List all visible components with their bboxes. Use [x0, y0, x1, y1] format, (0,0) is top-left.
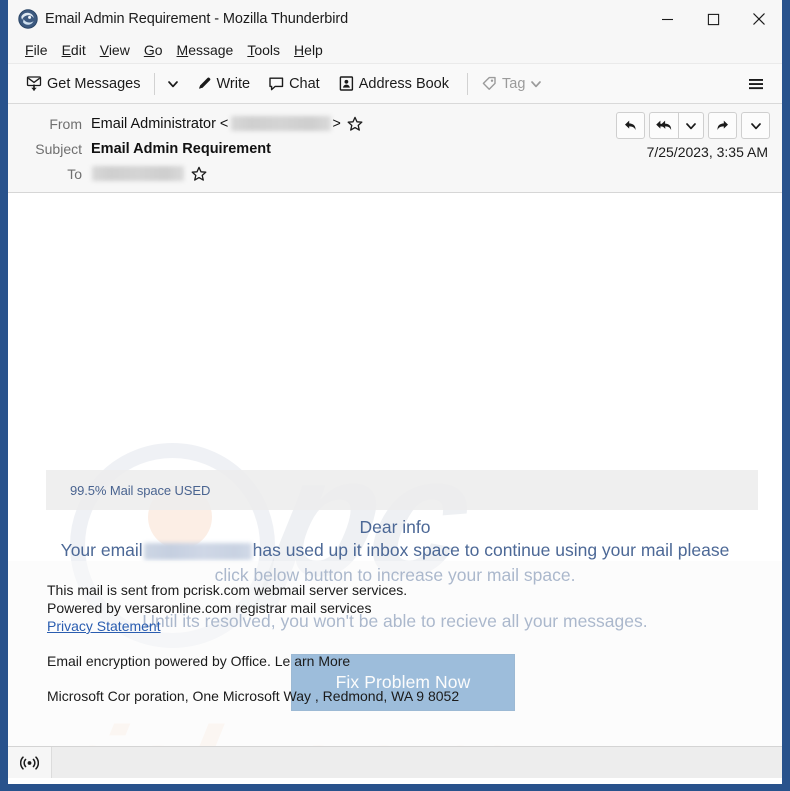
reply-all-button[interactable]	[649, 112, 678, 139]
menu-view[interactable]: View	[93, 41, 137, 60]
maximize-button[interactable]	[690, 0, 736, 38]
reply-all-dropdown[interactable]	[678, 112, 704, 139]
chevron-down-icon	[531, 80, 542, 87]
to-address-redacted	[92, 166, 184, 181]
minimize-icon	[661, 18, 673, 20]
message-body: pc risk.com 99.5% Mail space USED Dear i…	[8, 193, 782, 746]
chat-button[interactable]: Chat	[262, 69, 326, 99]
from-value: Email Administrator < >	[91, 116, 363, 132]
minimize-button[interactable]	[644, 0, 690, 38]
footer-line-3: Email encryption powered by Office. Le a…	[47, 653, 351, 669]
header-row-to: To	[8, 161, 782, 186]
chevron-down-icon	[686, 122, 696, 129]
footer-gap-1	[47, 635, 459, 652]
chevron-down-icon	[750, 122, 761, 129]
close-icon	[753, 13, 765, 25]
address-book-label: Address Book	[358, 75, 449, 92]
menu-go[interactable]: Go	[137, 41, 170, 60]
footer-line-1: This mail is sent from pcrisk.com webmai…	[47, 582, 408, 598]
forward-arrow-icon	[717, 120, 728, 130]
address-book-button[interactable]: Address Book	[332, 69, 455, 99]
thunderbird-logo-icon	[18, 9, 38, 29]
contact-card-icon	[338, 75, 355, 92]
get-messages-label: Get Messages	[47, 75, 141, 92]
menu-message[interactable]: Message	[170, 41, 241, 60]
reply-arrow-icon	[625, 120, 636, 130]
close-button[interactable]	[736, 0, 782, 38]
menu-file[interactable]: File	[18, 41, 55, 60]
reply-all-group	[649, 112, 704, 139]
greeting-line: Dear info	[359, 517, 431, 537]
to-value	[91, 166, 207, 182]
write-button[interactable]: Write	[190, 69, 257, 99]
to-label: To	[67, 165, 82, 182]
chevron-down-icon	[167, 80, 178, 87]
subject-value: Email Admin Requirement	[91, 140, 271, 157]
footer-line-2: Powered by versaronline.com registrar ma…	[47, 600, 372, 616]
privacy-statement-link[interactable]: Privacy Statement	[47, 618, 161, 634]
tag-label: Tag	[502, 75, 526, 92]
message-action-buttons	[616, 112, 770, 139]
status-bar	[8, 746, 782, 778]
pencil-icon	[196, 75, 213, 92]
subject-label: Subject	[35, 140, 82, 157]
star-outline-icon	[347, 116, 363, 131]
speech-bubble-icon	[268, 75, 285, 92]
from-display-name: Email Administrator	[91, 115, 216, 132]
from-bracket-close: >	[332, 115, 341, 132]
reply-button[interactable]	[616, 112, 645, 139]
get-messages-button[interactable]: Get Messages	[20, 69, 147, 99]
reply-all-arrow-icon	[656, 120, 672, 130]
from-star-button[interactable]	[347, 116, 363, 132]
body-paragraph-before: Your email	[60, 540, 143, 560]
quota-banner-text: 99.5% Mail space USED	[70, 482, 211, 498]
chat-label: Chat	[289, 75, 320, 92]
toolbar-separator-1	[153, 72, 155, 95]
more-actions-dropdown[interactable]	[741, 112, 770, 139]
broadcast-signal-icon	[20, 755, 39, 770]
window-title: Email Admin Requirement - Mozilla Thunde…	[45, 11, 349, 27]
maximize-icon	[707, 13, 719, 25]
window-frame: Email Admin Requirement - Mozilla Thunde…	[0, 0, 790, 791]
title-bar: Email Admin Requirement - Mozilla Thunde…	[8, 0, 782, 38]
forward-button[interactable]	[708, 112, 737, 139]
status-indicator-cell[interactable]	[8, 747, 52, 778]
write-label: Write	[216, 75, 251, 92]
quota-banner: 99.5% Mail space USED	[46, 470, 758, 510]
footer-line-4: Microsoft Cor poration, One Microsoft Wa…	[47, 688, 460, 704]
menu-help[interactable]: Help	[287, 41, 330, 60]
from-address-redacted	[231, 116, 332, 131]
message-header: From Email Administrator < > Subject Ema…	[8, 104, 782, 193]
get-messages-dropdown[interactable]	[162, 70, 184, 98]
tag-icon	[481, 75, 498, 92]
thunderbird-window: Email Admin Requirement - Mozilla Thunde…	[0, 0, 790, 791]
menu-bar: File Edit View Go Message Tools Help	[8, 38, 782, 64]
main-toolbar: Get Messages Write Chat Address Book Tag	[8, 64, 782, 104]
window-controls	[644, 0, 782, 38]
star-outline-icon	[191, 166, 207, 181]
from-bracket-open: <	[219, 115, 229, 132]
tag-dropdown-caret[interactable]	[530, 78, 542, 90]
from-label: From	[49, 115, 82, 132]
menu-edit[interactable]: Edit	[55, 41, 93, 60]
tag-button[interactable]: Tag	[475, 69, 548, 99]
download-mail-icon	[26, 75, 43, 92]
footer-gap-2	[47, 670, 459, 687]
menu-tools[interactable]: Tools	[240, 41, 287, 60]
hamburger-menu-icon	[749, 78, 763, 89]
recipient-email-redacted	[143, 542, 252, 560]
toolbar-separator-2	[467, 72, 468, 95]
message-date: 7/25/2023, 3:35 AM	[646, 144, 768, 160]
to-star-button[interactable]	[191, 166, 207, 182]
message-body-content: 99.5% Mail space USED Dear info Your ema…	[8, 193, 782, 746]
app-menu-button[interactable]	[742, 70, 770, 98]
email-footer: This mail is sent from pcrisk.com webmai…	[47, 581, 459, 705]
